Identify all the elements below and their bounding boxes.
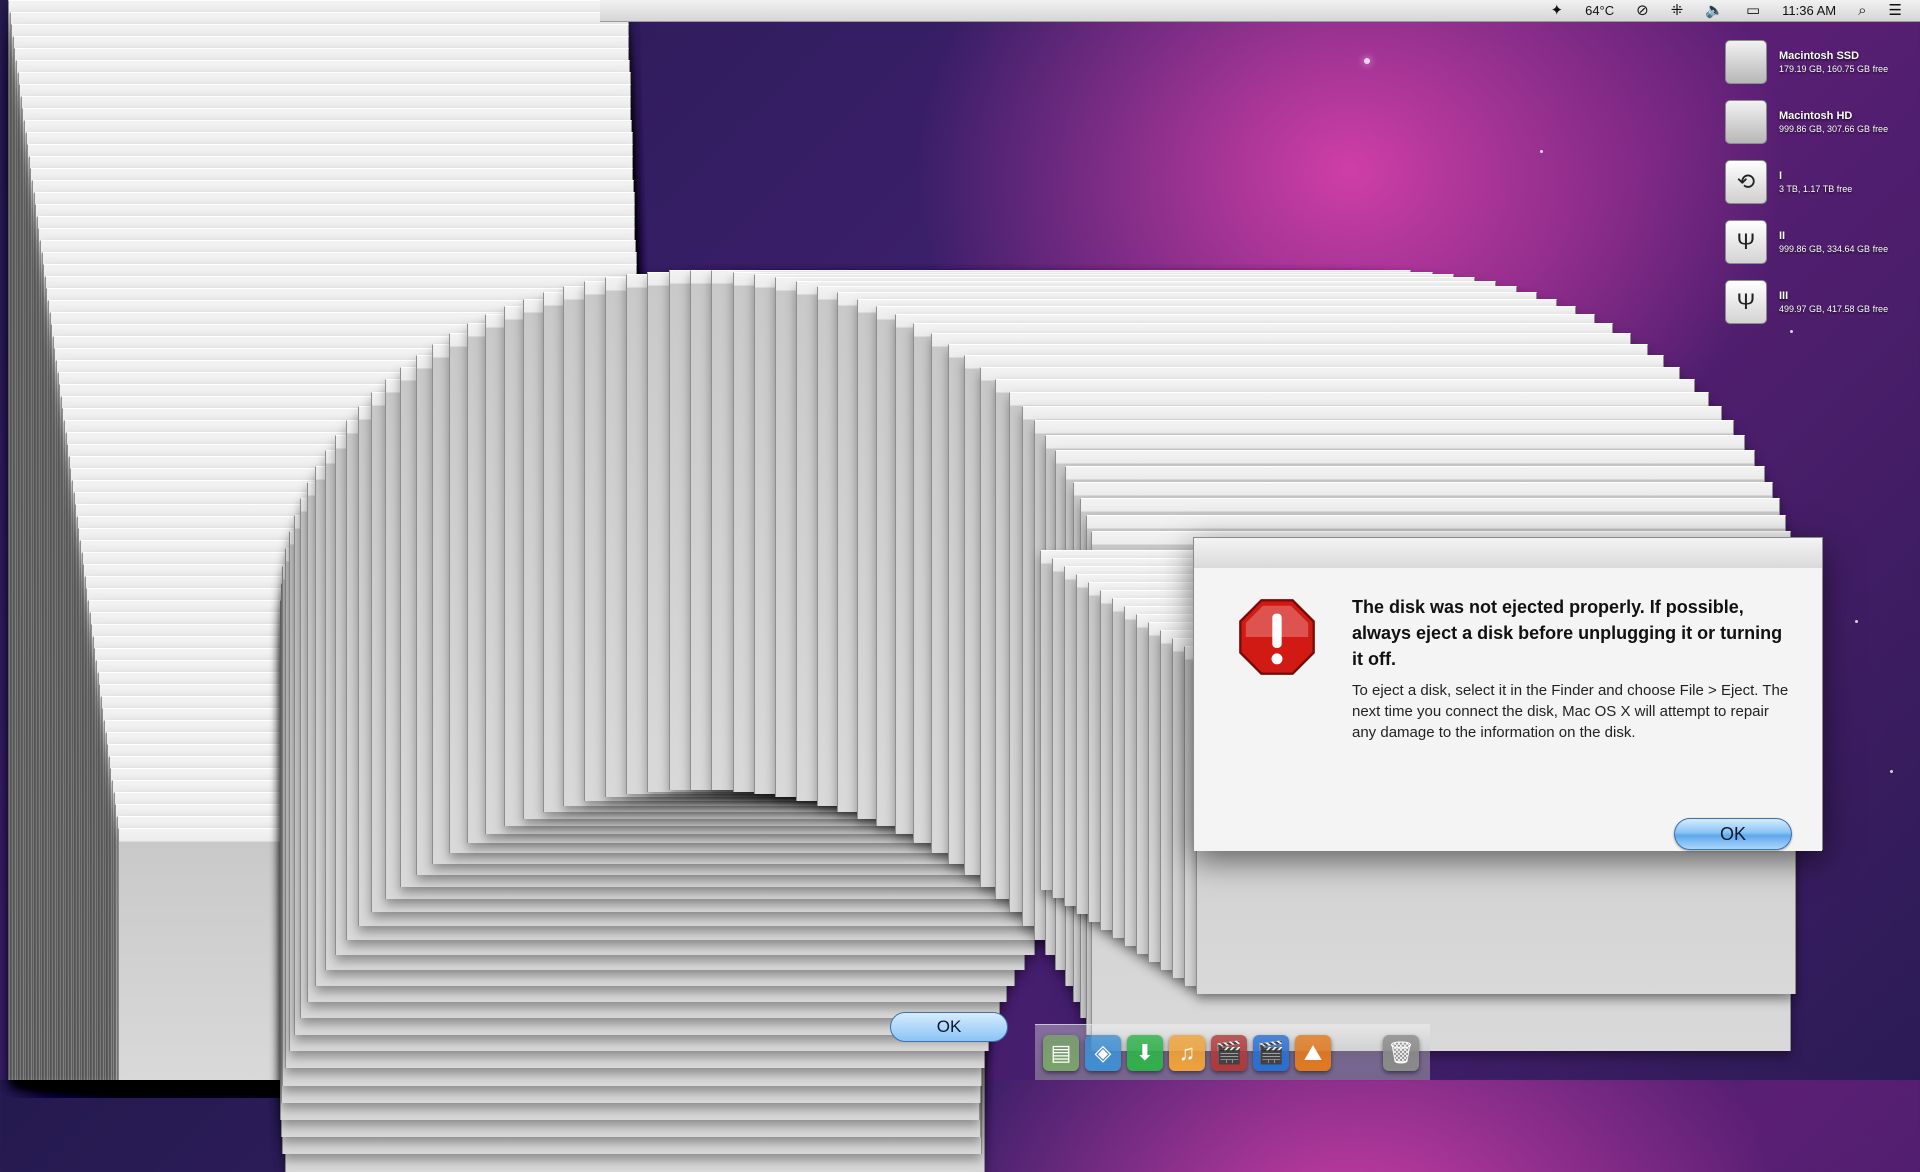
dock-imovie-app-icon[interactable]: 🎬: [1253, 1034, 1289, 1071]
disk-text: Macintosh HD 999.86 GB, 307.66 GB free: [1779, 110, 1888, 134]
dock-video-editor-app-icon[interactable]: 🎬: [1211, 1034, 1247, 1071]
menu-bar: ✦ 64°C ⊘ ⁜ 🔈 ▭ 11:36 AM ⌕ ☰: [600, 0, 1920, 22]
dialog-body: The disk was not ejected properly. If po…: [1194, 568, 1822, 851]
disk-text: I 3 TB, 1.17 TB free: [1779, 170, 1852, 194]
desktop-disk[interactable]: Ψ II 999.86 GB, 334.64 GB free: [1725, 212, 1915, 272]
dock-itunes-app-icon[interactable]: ♫: [1169, 1034, 1205, 1071]
disk-info: 999.86 GB, 307.66 GB free: [1779, 124, 1889, 134]
disk-info: 179.19 GB, 160.75 GB free: [1779, 64, 1889, 74]
dialog-titlebar[interactable]: [1194, 538, 1822, 569]
desktop-disk[interactable]: ⟲ I 3 TB, 1.17 TB free: [1725, 152, 1915, 212]
notification-list-icon[interactable]: ☰: [1889, 3, 1902, 18]
disk-name: Macintosh SSD: [1779, 50, 1860, 62]
time-machine-icon: ⟲: [1725, 160, 1767, 204]
desktop-disk[interactable]: Ψ III 499.97 GB, 417.58 GB free: [1725, 272, 1915, 332]
disk-info: 999.86 GB, 334.64 GB free: [1779, 244, 1889, 254]
dock-3d-box-app-icon[interactable]: ◈: [1085, 1034, 1121, 1071]
desktop-disk[interactable]: Macintosh HD 999.86 GB, 307.66 GB free: [1725, 92, 1915, 152]
ghost-ok-button: OK: [890, 1012, 1008, 1042]
sync-icon[interactable]: ⊘: [1636, 3, 1649, 18]
hard-drive-icon: [1725, 40, 1767, 84]
usb-drive-icon: Ψ: [1725, 280, 1767, 324]
volume-icon[interactable]: 🔈: [1705, 3, 1724, 18]
dock-photo-app-icon[interactable]: ⛰: [1295, 1034, 1331, 1071]
disk-name: I: [1779, 170, 1783, 182]
disk-text: III 499.97 GB, 417.58 GB free: [1779, 290, 1888, 314]
alert-stop-icon: [1239, 599, 1315, 675]
hard-drive-icon: [1725, 100, 1767, 144]
disk-info: 499.97 GB, 417.58 GB free: [1779, 304, 1889, 314]
eject-warning-dialog: The disk was not ejected properly. If po…: [1193, 537, 1823, 851]
dropbox-icon[interactable]: ✦: [1551, 3, 1564, 18]
disk-text: Macintosh SSD 179.19 GB, 160.75 GB free: [1779, 50, 1888, 74]
disk-name: Macintosh HD: [1779, 110, 1853, 122]
dock: ▤ ◈ ⬇ ♫ 🎬 🎬 ⛰ 🗑: [1035, 1024, 1430, 1080]
dock-downloader-app-icon[interactable]: ⬇: [1127, 1034, 1163, 1071]
dialog-message: To eject a disk, select it in the Finder…: [1352, 682, 1789, 741]
dock-trash-icon[interactable]: 🗑: [1383, 1034, 1419, 1071]
battery-icon[interactable]: ▭: [1746, 3, 1760, 18]
ghost-ok-label: OK: [936, 1017, 962, 1036]
desktop-disk[interactable]: Macintosh SSD 179.19 GB, 160.75 GB free: [1725, 32, 1915, 92]
temperature-readout[interactable]: 64°C: [1585, 3, 1614, 18]
disk-info: 3 TB, 1.17 TB free: [1779, 184, 1853, 194]
ok-button[interactable]: OK: [1674, 818, 1792, 850]
disk-text: II 999.86 GB, 334.64 GB free: [1779, 230, 1888, 254]
spotlight-icon[interactable]: ⌕: [1858, 3, 1866, 18]
desktop-disk-list: Macintosh SSD 179.19 GB, 160.75 GB free Ma…: [1725, 32, 1915, 332]
clock[interactable]: 11:36 AM: [1782, 3, 1836, 18]
disk-name: II: [1779, 230, 1786, 242]
dialog-title: The disk was not ejected properly. If po…: [1352, 597, 1783, 669]
disk-name: III: [1779, 290, 1789, 302]
usb-drive-icon: Ψ: [1725, 220, 1767, 264]
bluetooth-icon[interactable]: ⁜: [1671, 3, 1684, 18]
dock-finder-document-icon[interactable]: ▤: [1043, 1034, 1079, 1071]
ok-button-label: OK: [1719, 823, 1746, 844]
